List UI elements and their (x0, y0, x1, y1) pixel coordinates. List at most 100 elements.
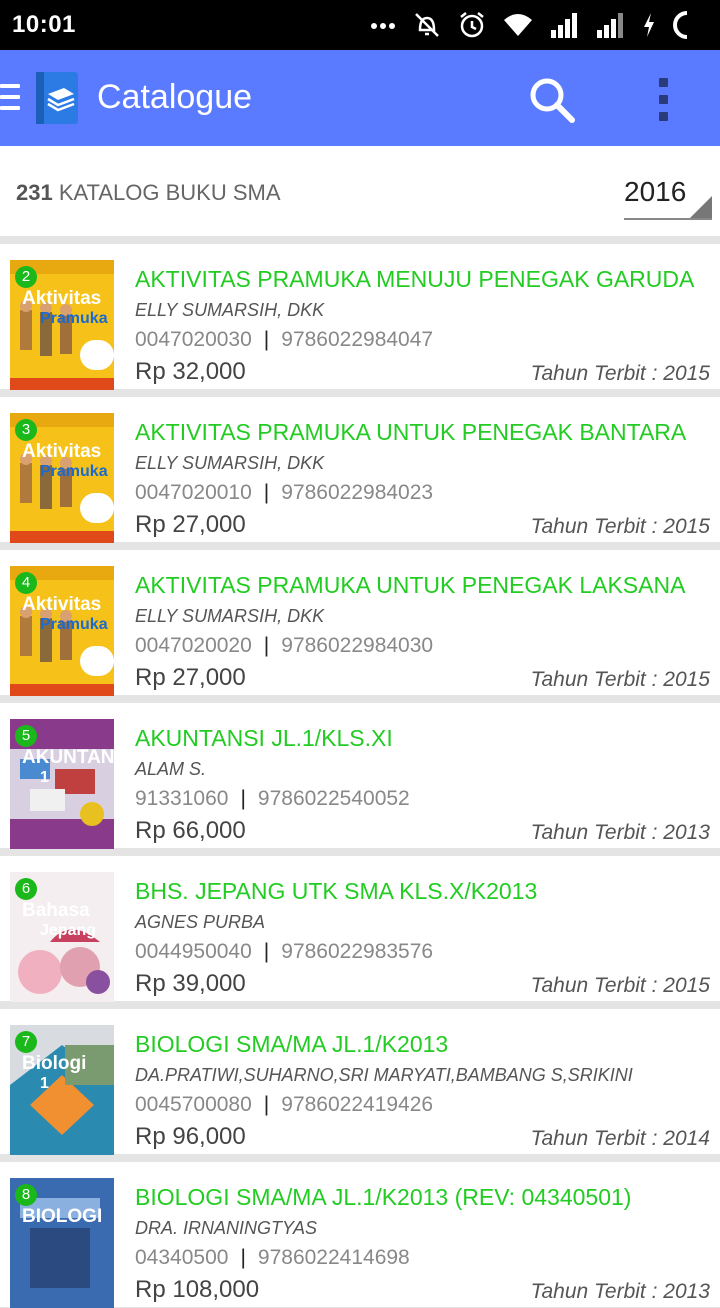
book-isbn: 9786022984023 (281, 481, 434, 504)
book-cover-subtitle: Pramuka (40, 463, 108, 480)
book-publish-year: Tahun Terbit : 2015 (530, 362, 710, 385)
battery-icon (672, 10, 702, 40)
code-separator: | (263, 328, 270, 351)
code-separator: | (263, 634, 270, 657)
app-logo-icon (34, 70, 80, 126)
book-code: 0047020020 (135, 634, 252, 657)
app-title: Catalogue (97, 78, 253, 116)
more-dots-icon (370, 20, 396, 30)
catalog-count: 231 KATALOG BUKU SMA (16, 180, 281, 206)
book-isbn: 9786022984047 (281, 328, 434, 351)
code-separator: | (263, 481, 270, 504)
book-price: Rp 39,000 (135, 970, 246, 997)
book-list-item[interactable]: Aktivitas Pramuka 2 AKTIVITAS PRAMUKA ME… (0, 244, 720, 390)
book-author: DRA. IRNANINGTYAS (135, 1218, 318, 1238)
book-cover-subtitle: 1 (40, 1075, 49, 1092)
book-title: AKUNTANSI JL.1/KLS.XI (135, 725, 393, 751)
book-code: 91331060 (135, 787, 229, 810)
book-cover-title: Aktivitas (22, 288, 102, 309)
search-icon[interactable] (528, 76, 576, 124)
book-publish-year: Tahun Terbit : 2013 (530, 821, 710, 844)
book-code: 04340500 (135, 1246, 229, 1269)
book-isbn: 9786022540052 (257, 787, 410, 810)
dropdown-triangle-icon (690, 196, 712, 218)
book-codes: 0044950040 | 9786022983576 (135, 940, 433, 964)
book-author: ALAM S. (135, 759, 207, 779)
book-cover-title: Aktivitas (22, 441, 102, 462)
book-title: BIOLOGI SMA/MA JL.1/K2013 (REV: 04340501… (135, 1184, 632, 1210)
wifi-icon (502, 12, 534, 38)
book-list-item[interactable]: Biologi 1 7 BIOLOGI SMA/MA JL.1/K2013 DA… (0, 1009, 720, 1155)
catalog-count-label: KATALOG BUKU SMA (58, 180, 281, 205)
book-price: Rp 32,000 (135, 358, 246, 385)
book-price: Rp 66,000 (135, 817, 246, 844)
book-cover-title: Aktivitas (22, 594, 102, 615)
catalog-count-number: 231 (16, 180, 53, 205)
book-index-badge: 4 (15, 572, 37, 594)
book-list-item[interactable]: BIOLOGI 8 BIOLOGI SMA/MA JL.1/K2013 (REV… (0, 1162, 720, 1308)
book-publish-year: Tahun Terbit : 2015 (530, 668, 710, 691)
overflow-menu-icon[interactable] (656, 78, 670, 122)
book-code: 0047020010 (135, 481, 252, 504)
book-title: AKTIVITAS PRAMUKA UNTUK PENEGAK LAKSANA (135, 572, 686, 598)
book-code: 0045700080 (135, 1093, 252, 1116)
book-isbn: 9786022983576 (281, 940, 434, 963)
book-index-badge: 5 (15, 725, 37, 747)
book-author: ELLY SUMARSIH, DKK (135, 606, 325, 626)
book-cover-subtitle: 1 (40, 769, 49, 786)
book-code: 0044950040 (135, 940, 252, 963)
book-index-badge: 6 (15, 878, 37, 900)
book-isbn: 9786022984030 (281, 634, 434, 657)
book-cover-title: BIOLOGI (22, 1206, 103, 1227)
status-bar: 10:01 (0, 0, 720, 50)
book-index-badge: 7 (15, 1031, 37, 1053)
book-codes: 0047020010 | 9786022984023 (135, 481, 433, 505)
charging-icon (642, 12, 656, 38)
book-codes: 0045700080 | 9786022419426 (135, 1093, 433, 1117)
book-code: 0047020030 (135, 328, 252, 351)
book-index-badge: 2 (15, 266, 37, 288)
app-bar: Catalogue (0, 50, 720, 146)
vibrate-off-icon (412, 10, 442, 40)
book-cover-subtitle: Pramuka (40, 310, 108, 327)
book-index-badge: 8 (15, 1184, 37, 1206)
book-cover-subtitle: Pramuka (40, 616, 108, 633)
code-separator: | (240, 787, 246, 810)
book-list-item[interactable]: Aktivitas Pramuka 3 AKTIVITAS PRAMUKA UN… (0, 397, 720, 543)
book-author: AGNES PURBA (135, 912, 266, 932)
book-title: BHS. JEPANG UTK SMA KLS.X/K2013 (135, 878, 538, 904)
signal-icon (550, 12, 580, 38)
code-separator: | (263, 1093, 270, 1116)
book-cover-title: Bahasa (22, 900, 90, 921)
alarm-icon (458, 11, 486, 39)
code-separator: | (240, 1246, 246, 1269)
year-dropdown-value: 2016 (624, 176, 687, 207)
book-price: Rp 27,000 (135, 511, 246, 538)
book-isbn: 9786022419426 (281, 1093, 434, 1116)
book-list-item[interactable]: Aktivitas Pramuka 4 AKTIVITAS PRAMUKA UN… (0, 550, 720, 696)
book-title: AKTIVITAS PRAMUKA UNTUK PENEGAK BANTARA (135, 419, 687, 445)
book-author: ELLY SUMARSIH, DKK (135, 453, 325, 473)
book-cover-subtitle: Jepang (40, 922, 97, 939)
book-codes: 04340500 | 9786022414698 (135, 1246, 410, 1270)
book-codes: 91331060 | 9786022540052 (135, 787, 410, 811)
code-separator: | (263, 940, 270, 963)
book-cover-title: Biologi (22, 1053, 87, 1074)
book-price: Rp 96,000 (135, 1123, 246, 1150)
book-publish-year: Tahun Terbit : 2014 (530, 1127, 710, 1150)
status-icons (370, 8, 702, 42)
book-title: AKTIVITAS PRAMUKA MENUJU PENEGAK GARUDA (135, 266, 695, 292)
book-index-badge: 3 (15, 419, 37, 441)
book-price: Rp 27,000 (135, 664, 246, 691)
status-time: 10:01 (12, 11, 76, 38)
book-author: ELLY SUMARSIH, DKK (135, 300, 325, 320)
year-dropdown[interactable]: 2016 (624, 176, 712, 220)
book-list-item[interactable]: Bahasa Jepang 6 BHS. JEPANG UTK SMA KLS.… (0, 856, 720, 1002)
book-list-item[interactable]: AKUNTANSI 1 5 AKUNTANSI JL.1/KLS.XI ALAM… (0, 703, 720, 849)
book-price: Rp 108,000 (135, 1276, 260, 1303)
book-codes: 0047020020 | 9786022984030 (135, 634, 433, 658)
book-publish-year: Tahun Terbit : 2013 (530, 1280, 710, 1303)
signal-2-icon (596, 12, 626, 38)
menu-icon[interactable] (0, 84, 20, 114)
book-publish-year: Tahun Terbit : 2015 (530, 515, 710, 538)
